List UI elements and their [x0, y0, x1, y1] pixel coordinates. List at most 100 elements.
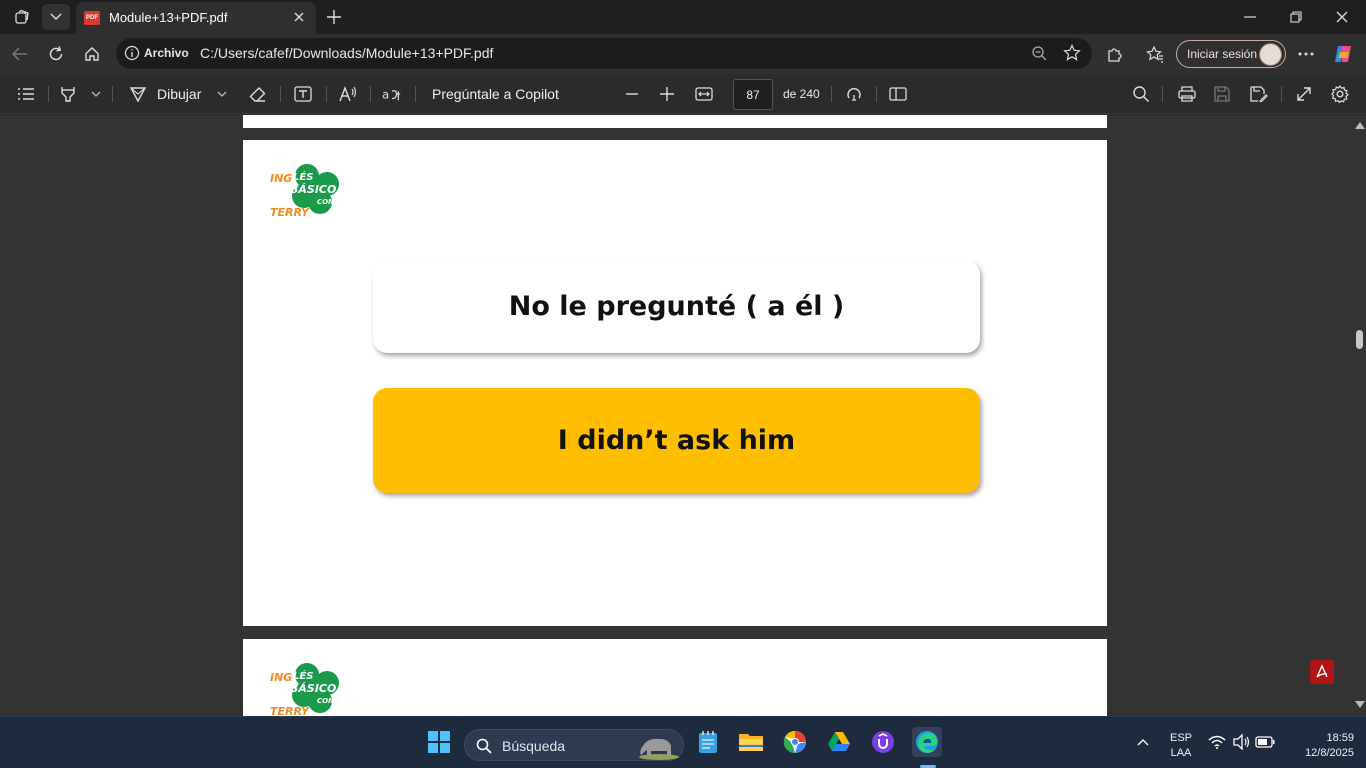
clock[interactable]: 18:59 12/8/2025	[1284, 731, 1354, 761]
show-hidden-icons-chevron-icon[interactable]	[1128, 727, 1158, 757]
svg-text:TERRY: TERRY	[270, 705, 310, 716]
signin-button[interactable]: Iniciar sesión	[1176, 40, 1286, 68]
fit-width-icon[interactable]	[694, 84, 714, 104]
svg-text:BÁSICO: BÁSICO	[290, 682, 336, 695]
taskbar-search-box[interactable]: Búsqueda	[464, 729, 684, 761]
acrobat-icon[interactable]	[1310, 660, 1334, 684]
notepad-icon[interactable]	[693, 727, 723, 757]
scroll-down-arrow-icon[interactable]	[1355, 701, 1365, 708]
tab-bar: PDF Module+13+PDF.pdf	[0, 0, 1366, 34]
pdf-page: ING LÉS BÁSICO CON TERRY No le pregunté …	[243, 140, 1107, 626]
address-scheme-label: Archivo	[144, 46, 189, 60]
svg-text:CON: CON	[317, 198, 334, 206]
draw-pen-icon[interactable]	[128, 84, 148, 104]
google-drive-icon[interactable]	[824, 727, 854, 757]
new-tab-icon[interactable]	[320, 4, 348, 30]
pdf-file-icon: PDF	[84, 11, 100, 25]
toolbar-divider	[876, 86, 877, 102]
draw-label[interactable]: Dibujar	[157, 86, 201, 102]
windows-start-icon[interactable]	[424, 727, 454, 757]
spanish-phrase-text: No le pregunté ( a él )	[508, 291, 845, 322]
close-tab-icon[interactable]	[290, 8, 308, 26]
workspaces-icon[interactable]	[8, 4, 36, 30]
save-as-icon[interactable]	[1249, 84, 1269, 104]
contents-list-icon[interactable]	[16, 84, 36, 104]
vertical-scrollbar[interactable]	[1352, 115, 1366, 716]
toolbar-divider	[415, 86, 416, 102]
refresh-icon[interactable]	[42, 40, 70, 68]
taskbar: Búsqueda ESP LAA 18:59 12/8/2025	[0, 716, 1366, 768]
google-chrome-icon[interactable]	[780, 727, 810, 757]
input-language-indicator[interactable]: ESP LAA	[1166, 731, 1196, 761]
address-bar[interactable]: Archivo C:/Users/cafef/Downloads/Module+…	[116, 38, 1092, 69]
back-arrow-icon[interactable]	[6, 40, 34, 68]
keyboard-layout-code: LAA	[1170, 747, 1192, 759]
microsoft-edge-icon[interactable]	[912, 727, 942, 757]
toolbar-divider	[1162, 86, 1163, 102]
info-icon[interactable]	[124, 45, 140, 66]
clock-time: 18:59	[1326, 732, 1354, 744]
favorite-star-icon[interactable]	[1062, 43, 1082, 63]
search-highlight-elephant-icon	[639, 738, 679, 760]
tab-list-chevron-icon[interactable]	[42, 4, 70, 30]
eraser-icon[interactable]	[248, 84, 268, 104]
highlight-dropdown-chevron-icon[interactable]	[86, 84, 106, 104]
translate-icon[interactable]: a	[382, 84, 402, 104]
close-window-icon[interactable]	[1322, 4, 1362, 30]
english-phrase-text: I didn’t ask him	[557, 425, 796, 456]
toolbar-divider	[112, 86, 113, 102]
zoom-out-icon[interactable]	[1029, 43, 1049, 63]
pdf-page-next: ING LÉS BÁSICO CON TERRY	[243, 639, 1107, 716]
read-aloud-icon[interactable]	[338, 84, 358, 104]
toolbar-divider	[48, 86, 49, 102]
spanish-phrase-card: No le pregunté ( a él )	[373, 260, 980, 353]
pdf-viewer[interactable]: ING LÉS BÁSICO CON TERRY No le pregunté …	[0, 115, 1366, 716]
zoom-in-plus-icon[interactable]	[657, 84, 677, 104]
more-menu-icon[interactable]	[1292, 40, 1320, 68]
wifi-icon[interactable]	[1204, 727, 1230, 757]
home-icon[interactable]	[78, 40, 106, 68]
highlight-icon[interactable]	[58, 84, 78, 104]
tab-title: Module+13+PDF.pdf	[109, 10, 228, 25]
pdf-page-previous	[243, 115, 1107, 128]
toolbar-divider	[1281, 86, 1282, 102]
ask-copilot-button[interactable]: Pregúntale a Copilot	[432, 86, 559, 102]
search-label: Búsqueda	[502, 738, 566, 754]
svg-text:TERRY: TERRY	[270, 206, 310, 219]
fullscreen-expand-icon[interactable]	[1294, 84, 1314, 104]
minimize-icon[interactable]	[1230, 4, 1270, 30]
ingles-basico-logo: ING LÉS BÁSICO CON TERRY	[270, 162, 350, 225]
battery-icon[interactable]	[1252, 727, 1278, 757]
toolbar-divider	[326, 86, 327, 102]
page-total-label: de 240	[783, 87, 820, 101]
tab-active[interactable]: PDF Module+13+PDF.pdf	[76, 2, 316, 34]
profile-avatar-icon	[1259, 43, 1282, 66]
scrollbar-thumb[interactable]	[1356, 330, 1363, 349]
draw-dropdown-chevron-icon[interactable]	[212, 84, 232, 104]
signin-label: Iniciar sesión	[1187, 47, 1258, 61]
page-view-icon[interactable]	[888, 84, 908, 104]
rotate-icon[interactable]	[844, 84, 864, 104]
scroll-up-arrow-icon[interactable]	[1355, 122, 1365, 129]
extensions-icon[interactable]	[1101, 40, 1129, 68]
settings-gear-icon[interactable]	[1330, 84, 1350, 104]
save-icon[interactable]	[1212, 84, 1232, 104]
address-toolbar: Archivo C:/Users/cafef/Downloads/Module+…	[0, 34, 1366, 74]
address-url[interactable]: C:/Users/cafef/Downloads/Module+13+PDF.p…	[200, 45, 493, 61]
restore-icon[interactable]	[1276, 4, 1316, 30]
file-explorer-icon[interactable]	[736, 727, 766, 757]
udemy-app-icon[interactable]	[868, 727, 898, 757]
toolbar-divider	[831, 86, 832, 102]
page-number-input[interactable]: 87	[733, 79, 773, 110]
svg-text:LÉS: LÉS	[293, 669, 313, 682]
svg-text:LÉS: LÉS	[293, 170, 313, 183]
add-text-icon[interactable]	[293, 84, 313, 104]
print-icon[interactable]	[1177, 84, 1197, 104]
find-search-icon[interactable]	[1131, 84, 1151, 104]
volume-icon[interactable]	[1228, 727, 1254, 757]
pdf-toolbar: Dibujar a Pregúntale a Copilot 87 de 240	[0, 74, 1366, 114]
favorites-icon[interactable]	[1141, 40, 1169, 68]
copilot-icon[interactable]	[1329, 40, 1357, 68]
toolbar-divider	[280, 86, 281, 102]
zoom-out-minus-icon[interactable]	[622, 84, 642, 104]
